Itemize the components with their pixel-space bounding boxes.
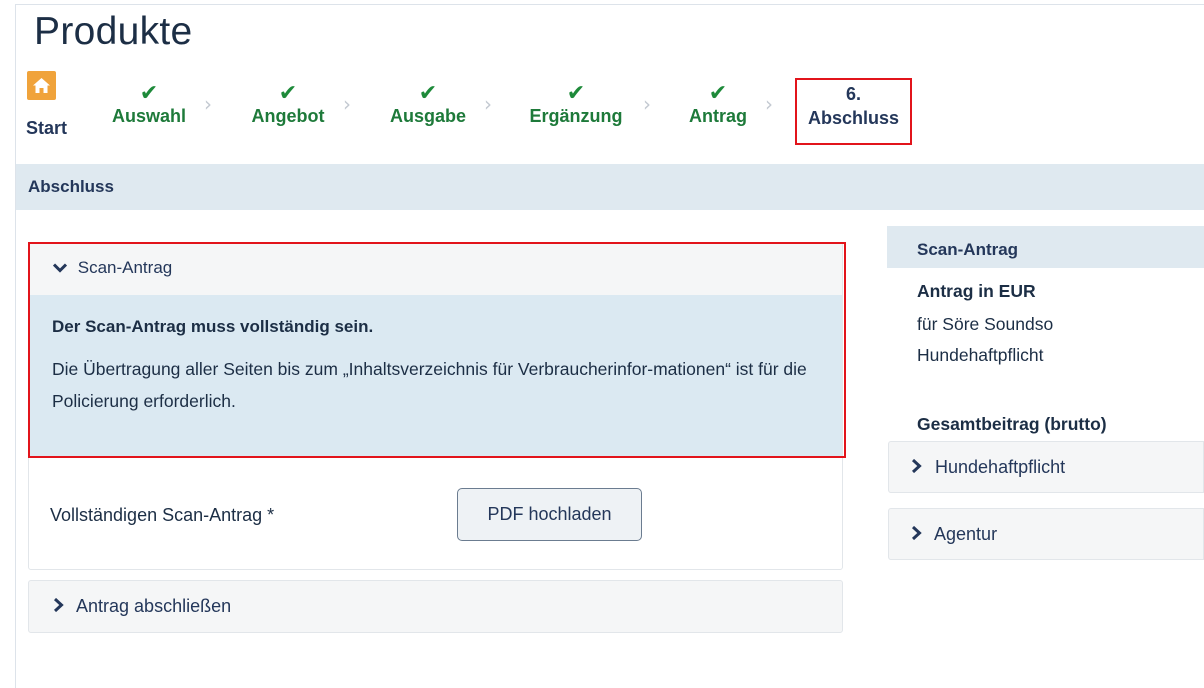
accordion-title: Scan-Antrag xyxy=(77,258,173,277)
step-label: Angebot xyxy=(251,106,325,126)
chevron-right-icon: › xyxy=(643,92,651,116)
sidebar-header: Scan-Antrag xyxy=(887,226,1204,268)
home-icon xyxy=(33,78,50,93)
chevron-right-icon xyxy=(911,458,922,478)
sidebar-product: Hundehaftpflicht xyxy=(917,345,1044,365)
step-label: Antrag xyxy=(689,106,747,126)
info-text: Die Übertragung aller Seiten bis zum „In… xyxy=(52,359,807,411)
accordion-title: Antrag abschließen xyxy=(76,596,232,616)
step-label: Ausgabe xyxy=(389,106,467,126)
sidebar-total-label: Gesamtbeitrag (brutto) xyxy=(917,414,1107,434)
caret-down-icon xyxy=(52,260,68,276)
accordion-title: Hundehaftpflicht xyxy=(935,457,1066,477)
info-box: Der Scan-Antrag muss vollständig sein. D… xyxy=(29,295,842,457)
chevron-right-icon: › xyxy=(343,92,351,116)
check-icon: ✔ xyxy=(139,80,159,105)
section-header: Abschluss xyxy=(16,164,1204,210)
info-title: Der Scan-Antrag muss vollständig sein. xyxy=(52,317,374,336)
accordion-title: Agentur xyxy=(934,524,998,544)
antrag-abschliessen-accordion[interactable]: Antrag abschließen xyxy=(28,580,843,633)
scan-antrag-accordion-header[interactable]: Scan-Antrag xyxy=(29,243,842,295)
pdf-upload-button[interactable]: PDF hochladen xyxy=(457,488,642,541)
chevron-right-icon: › xyxy=(765,92,773,116)
step-ausgabe[interactable]: ✔ Ausgabe xyxy=(378,80,478,127)
step-auswahl[interactable]: ✔ Auswahl xyxy=(101,80,197,127)
sidebar-for-line: für Söre Soundso xyxy=(917,314,1054,334)
sidebar-currency-title: Antrag in EUR xyxy=(917,281,1036,301)
step-start-label[interactable]: Start xyxy=(26,118,67,139)
chevron-right-icon xyxy=(53,597,64,617)
check-icon: ✔ xyxy=(566,80,586,105)
check-icon: ✔ xyxy=(278,80,298,105)
check-icon: ✔ xyxy=(708,80,728,105)
step-antrag[interactable]: ✔ Antrag xyxy=(676,80,760,127)
chevron-right-icon xyxy=(911,525,922,545)
sidebar-accordion-hundehaftpflicht[interactable]: Hundehaftpflicht xyxy=(888,441,1204,493)
step-number: 6. xyxy=(845,84,861,104)
step-abschluss-active[interactable]: 6. Abschluss xyxy=(795,78,912,145)
step-angebot[interactable]: ✔ Angebot xyxy=(238,80,338,127)
page-title: Produkte xyxy=(34,10,193,53)
chevron-right-icon: › xyxy=(484,92,492,116)
sidebar-accordion-agentur[interactable]: Agentur xyxy=(888,508,1204,560)
start-step-button[interactable] xyxy=(27,71,56,100)
upload-field-label: Vollständigen Scan-Antrag * xyxy=(50,505,275,525)
step-label: Auswahl xyxy=(111,106,186,126)
step-label: Ergänzung xyxy=(529,106,623,126)
step-label: Abschluss xyxy=(807,108,900,128)
chevron-right-icon: › xyxy=(204,92,212,116)
step-ergaenzung[interactable]: ✔ Ergänzung xyxy=(518,80,634,127)
check-icon: ✔ xyxy=(418,80,438,105)
